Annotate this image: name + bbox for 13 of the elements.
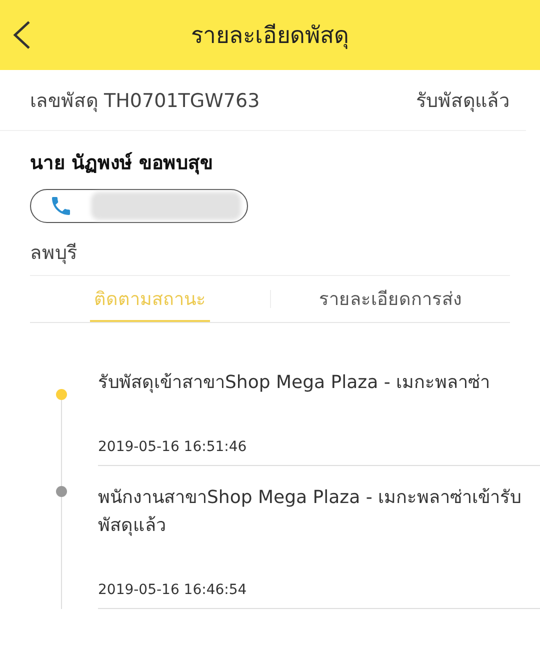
province: ลพบุรี (30, 241, 78, 266)
recipient-name: นาย นัฏพงษ์ ขอพบสุข (30, 151, 214, 176)
phone-pill[interactable] (30, 189, 248, 223)
event-description: รับพัสดุเข้าสาขาShop Mega Plaza - เมกะพลาซ่า (98, 371, 492, 395)
parcel-number: เลขพัสดุ TH0701TGW763 (30, 89, 260, 114)
parcel-status: รับพัสดุแล้ว (416, 89, 510, 114)
tab[interactable]: รายละเอียดการส่ง (314, 276, 466, 322)
phone-icon (49, 194, 73, 218)
event-description: พนักงานสาขาShop Mega Plaza - เมกะพลาซ่าเข้ารับพัสดุแล้ว (98, 486, 522, 538)
event-time: 2019-05-16 16:51:46 (98, 439, 248, 457)
back-icon[interactable] (12, 20, 32, 50)
event-time: 2019-05-16 16:46:54 (98, 582, 248, 600)
page-title: รายละเอียดพัสดุ (191, 22, 349, 51)
